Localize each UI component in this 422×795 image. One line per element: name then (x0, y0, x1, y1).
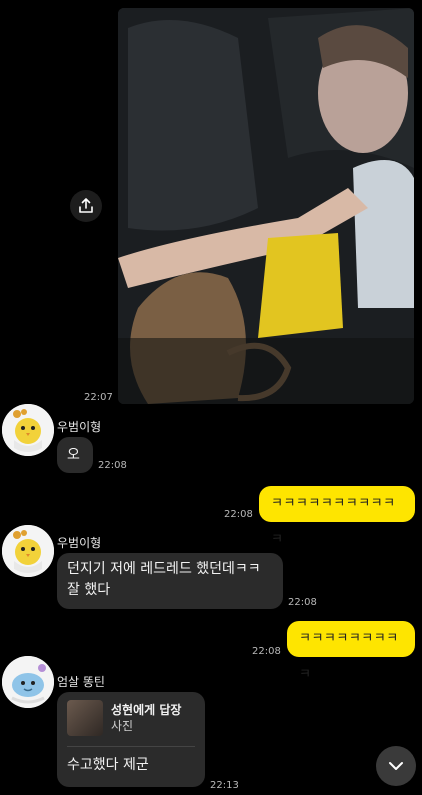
avatar[interactable] (2, 656, 54, 708)
reply-title: 성현에게 답장 (111, 703, 182, 717)
message-text: 수고했다 제군 (67, 757, 149, 773)
chick-avatar-icon (2, 404, 54, 456)
reply-thumbnail (67, 700, 103, 736)
photo-time: 22:07 (84, 392, 113, 403)
reply-preview[interactable]: 성현에게 답장 사진 (67, 700, 195, 747)
blue-monster-avatar-icon (2, 656, 54, 708)
avatar[interactable] (2, 404, 54, 456)
message-time: 22:08 (98, 460, 127, 471)
scroll-down-button[interactable] (376, 746, 416, 786)
share-button[interactable] (70, 190, 102, 222)
share-icon (79, 198, 93, 213)
my-message-bubble[interactable]: ㅋㅋㅋㅋㅋㅋㅋㅋㅋㅋㅋ (259, 486, 415, 547)
message-time: 22:13 (210, 780, 239, 791)
reply-subtitle: 사진 (111, 719, 134, 733)
message-bubble[interactable]: 오 (57, 437, 93, 473)
message-time: 22:08 (288, 597, 317, 608)
message-line: 던지기 저에 레드레드 했던데ㅋㅋ (67, 561, 261, 577)
message-time: 22:08 (224, 509, 253, 520)
avatar[interactable] (2, 525, 54, 577)
sender-name: 엄살 똥틴 (57, 675, 105, 689)
my-message-bubble[interactable]: ㅋㅋㅋㅋㅋㅋㅋㅋㅋ (287, 621, 415, 682)
photo-image (118, 8, 414, 404)
photo-message[interactable] (118, 8, 414, 404)
message-time: 22:08 (252, 646, 281, 657)
message-line: 잘 했다 (67, 582, 111, 598)
sender-name: 우범이형 (57, 536, 102, 550)
chick-avatar-icon (2, 525, 54, 577)
message-bubble[interactable]: 던지기 저에 레드레드 했던데ㅋㅋ 잘 했다 (57, 553, 283, 609)
chevron-down-icon (389, 762, 403, 770)
sender-name: 우범이형 (57, 420, 102, 434)
reply-message-bubble[interactable]: 성현에게 답장 사진 수고했다 제군 (57, 692, 205, 787)
